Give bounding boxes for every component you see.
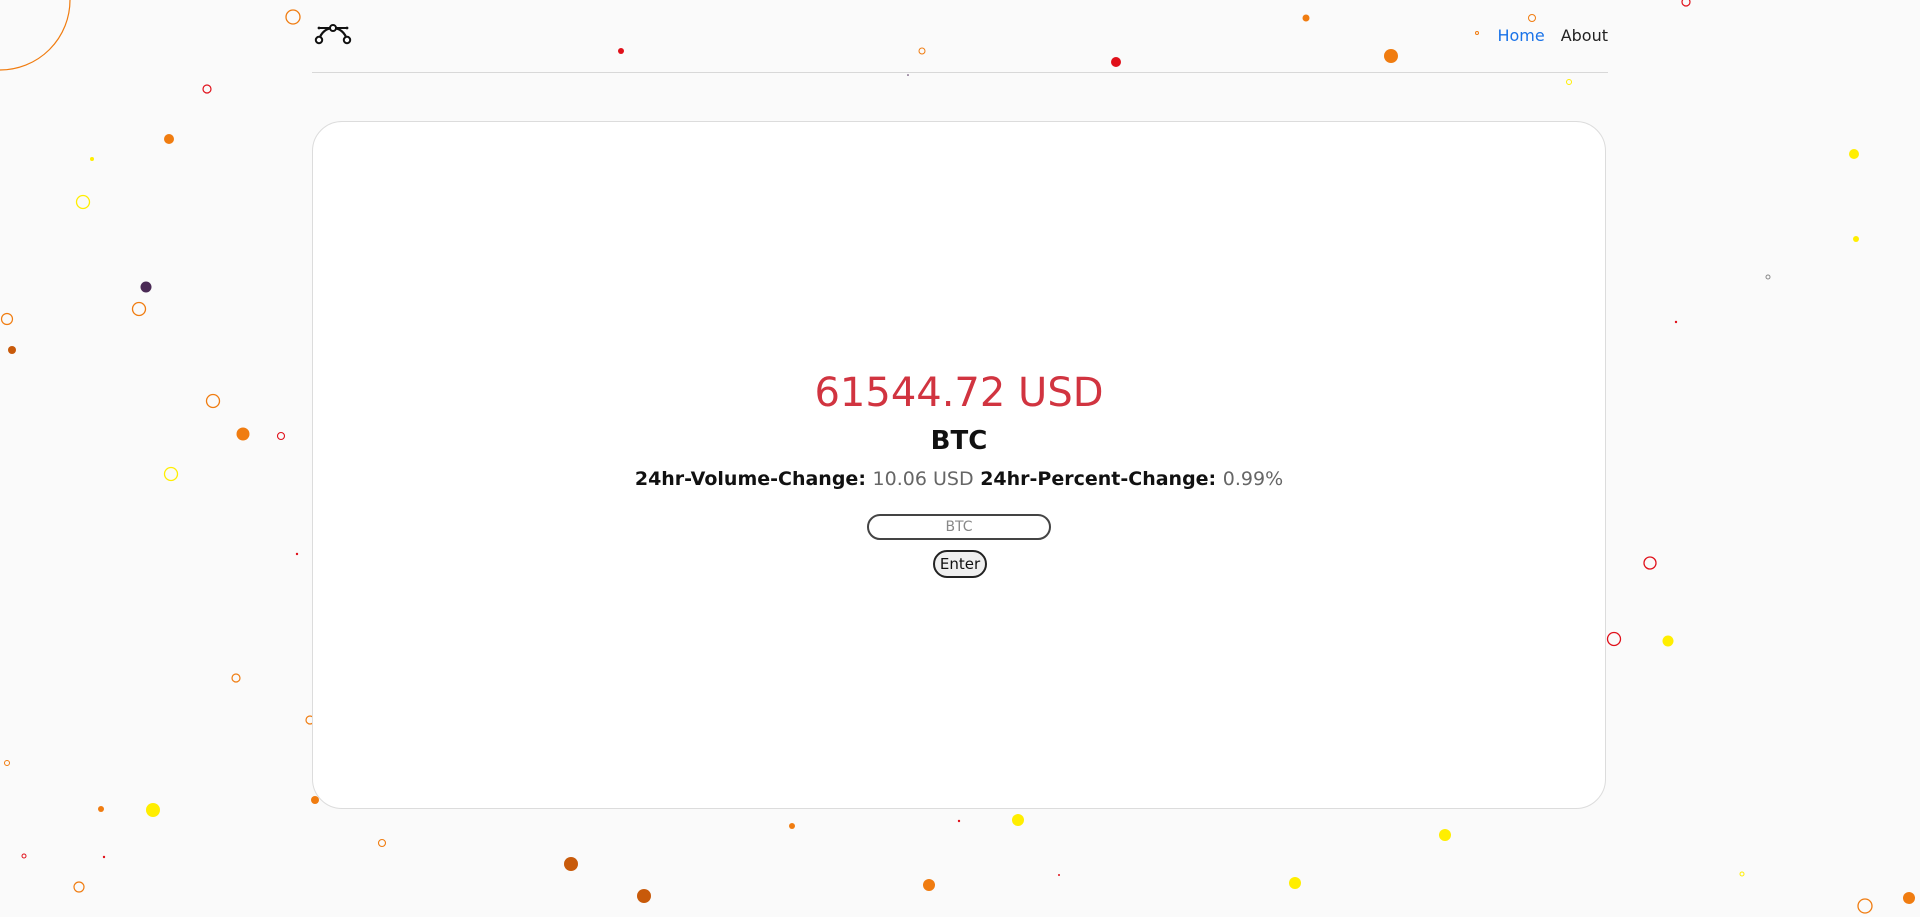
particle (285, 9, 301, 25)
particle (1566, 79, 1572, 85)
particle (295, 552, 299, 556)
particle (1739, 871, 1745, 877)
particle (276, 431, 286, 441)
particle (1903, 892, 1915, 904)
particle (907, 74, 909, 76)
particle (1849, 149, 1859, 159)
particle (1765, 274, 1771, 280)
particle (163, 466, 179, 482)
particle (1681, 0, 1691, 7)
particle (1289, 877, 1301, 889)
particle (205, 393, 221, 409)
particle (73, 881, 85, 893)
particle (1439, 829, 1451, 841)
volume-change-value: 10.06 USD (872, 468, 974, 490)
particle (102, 855, 106, 859)
particle (957, 819, 961, 823)
particle (236, 427, 250, 441)
particle (75, 194, 91, 210)
volume-change-label: 24hr-Volume-Change: (634, 468, 866, 490)
particle (1857, 898, 1873, 914)
particle (1853, 236, 1859, 242)
particle (140, 281, 152, 293)
particle (1674, 320, 1678, 324)
ticker-card: 61544.72 USD BTC 24hr-Volume-Change: 10.… (312, 121, 1606, 809)
particle (1643, 556, 1657, 570)
particle (923, 879, 935, 891)
coin-symbol: BTC (930, 426, 988, 456)
stats-line: 24hr-Volume-Change: 10.06 USD 24hr-Perce… (313, 468, 1605, 490)
particle (789, 823, 795, 829)
particle (1662, 635, 1674, 647)
nav-link-about[interactable]: About (1561, 26, 1608, 45)
particle (1606, 631, 1622, 647)
particle (131, 301, 147, 317)
enter-button[interactable]: Enter (933, 550, 987, 578)
coin-search-input[interactable] (867, 514, 1051, 540)
nav-link-home[interactable]: Home (1497, 26, 1544, 45)
particle (231, 673, 241, 683)
particle (1058, 874, 1060, 876)
particle (0, 0, 71, 71)
percent-change-value: 0.99% (1222, 468, 1284, 490)
particle (0, 312, 14, 326)
particle (146, 803, 160, 817)
percent-change-label: 24hr-Percent-Change: (980, 468, 1217, 490)
particle (1012, 814, 1024, 826)
particle (90, 157, 94, 161)
particle (164, 134, 174, 144)
price-display: 61544.72 USD (814, 370, 1104, 416)
particle (4, 760, 10, 766)
particle (564, 857, 578, 871)
particle (8, 346, 16, 354)
particle (202, 84, 212, 94)
particle (377, 838, 387, 848)
navbar: Home About (312, 0, 1608, 73)
bezier-curve-icon[interactable] (314, 18, 352, 46)
particle (98, 806, 104, 812)
particle (637, 889, 651, 903)
particle (21, 853, 27, 859)
nav-links: Home About (1497, 26, 1608, 45)
